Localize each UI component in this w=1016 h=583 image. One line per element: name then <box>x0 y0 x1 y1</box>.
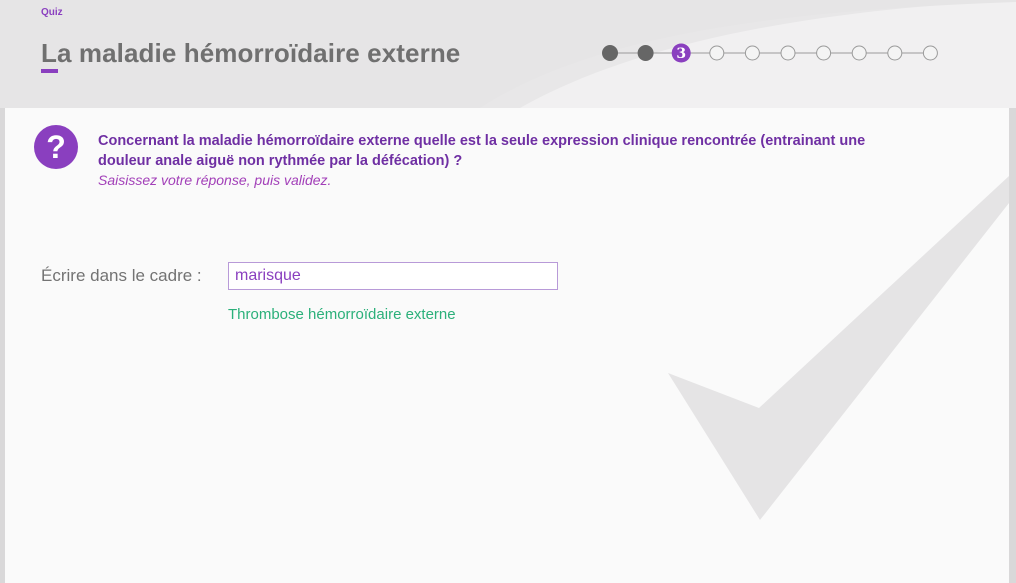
progress-step-pending <box>744 45 760 61</box>
question-panel: ? Concernant la maladie hémorroïdaire ex… <box>5 108 1009 583</box>
quiz-header: Quiz La maladie hémorroïdaire externe 3 <box>0 0 1016 108</box>
answer-label: Écrire dans le cadre : <box>41 266 202 285</box>
title-underline <box>41 69 58 73</box>
progress-step-pending <box>922 45 938 61</box>
progress-step-pending <box>709 45 725 61</box>
progress-step-completed <box>637 45 654 61</box>
correct-answer-text: Thrombose hémorroïdaire externe <box>228 306 456 323</box>
question-text: Concernant la maladie hémorroïdaire exte… <box>98 133 866 169</box>
instruction-text: Saisissez votre réponse, puis validez. <box>98 172 332 188</box>
section-label: Quiz <box>41 7 63 18</box>
progress-step-current-label: 3 <box>676 46 686 62</box>
progress-step-pending <box>851 45 867 61</box>
progress-step-pending <box>780 45 796 61</box>
progress-step-pending <box>887 45 903 61</box>
progress-step-pending <box>816 45 832 61</box>
page-title: La maladie hémorroïdaire externe <box>41 38 461 68</box>
question-mark-icon: ? <box>34 125 78 169</box>
progress-step-completed <box>602 45 618 61</box>
answer-input[interactable] <box>228 262 558 290</box>
progress-indicator: 3 <box>602 43 938 63</box>
